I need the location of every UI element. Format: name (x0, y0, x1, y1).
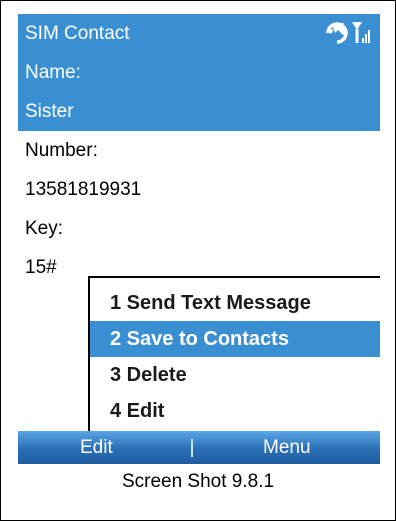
title-bar: SIM Contact (18, 14, 380, 53)
phone-screen: SIM Contact Name: Sister Number: 1358181… (18, 14, 380, 464)
screenshot-caption: Screen Shot 9.8.1 (121, 471, 275, 492)
key-label: Key: (18, 209, 380, 248)
name-label: Name: (18, 53, 380, 92)
softkey-bar: Edit Menu (18, 431, 380, 464)
connectivity-icon (326, 22, 348, 44)
number-label: Number: (18, 131, 380, 170)
number-value[interactable]: 13581819931 (18, 170, 380, 209)
left-softkey-edit[interactable]: Edit (80, 431, 113, 464)
softkey-divider (191, 439, 193, 457)
screenshot-frame: SIM Contact Name: Sister Number: 1358181… (0, 0, 396, 521)
name-value[interactable]: Sister (18, 92, 380, 131)
menu-item-edit[interactable]: 4 Edit (90, 393, 380, 429)
menu-item-send-text-message[interactable]: 1 Send Text Message (90, 285, 380, 321)
menu-item-save-to-contacts[interactable]: 2 Save to Contacts (90, 321, 380, 357)
status-icons (326, 22, 370, 44)
context-menu: 1 Send Text Message 2 Save to Contacts 3… (88, 276, 380, 436)
menu-item-delete[interactable]: 3 Delete (90, 357, 380, 393)
signal-strength-icon (352, 22, 370, 43)
app-title: SIM Contact (25, 23, 130, 44)
right-softkey-menu[interactable]: Menu (263, 431, 311, 464)
